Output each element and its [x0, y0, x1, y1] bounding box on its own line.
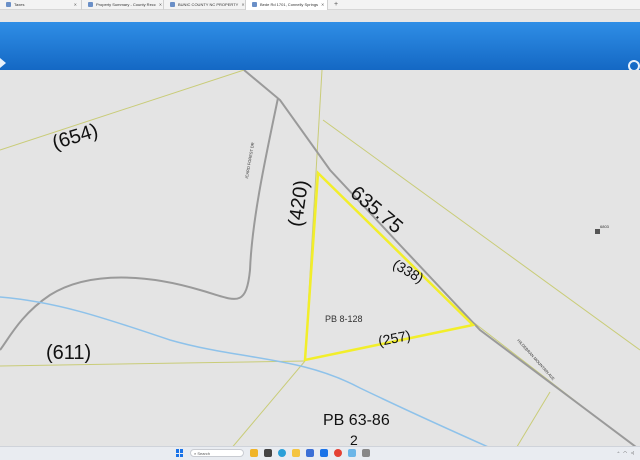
store-icon[interactable]	[306, 449, 314, 457]
os-taskbar: ⌕ Search ^ ◠ ◁	[0, 446, 640, 460]
close-tab-icon[interactable]: ✕	[71, 2, 77, 7]
system-tray: ^ ◠ ◁	[618, 450, 634, 455]
browser-tab[interactable]: Taxes ✕	[0, 0, 82, 10]
browser-tab-active[interactable]: Bede Rd 1701, Connelly Springs ✕	[246, 0, 328, 10]
weather-icon[interactable]	[250, 449, 258, 457]
windows-start-icon[interactable]	[176, 449, 184, 457]
menu-chevron-icon[interactable]	[0, 58, 6, 68]
settings-icon[interactable]	[362, 449, 370, 457]
close-tab-icon[interactable]: ✕	[156, 2, 162, 7]
tab-label: Property Summary - County Recc	[96, 2, 156, 7]
parcel-map[interactable]: (654) (420) (611) 635.75 (338) (257) PB …	[0, 70, 640, 450]
tab-label: Taxes	[14, 2, 25, 7]
taskbar-search-box[interactable]: ⌕ Search	[190, 449, 244, 457]
browser-tab-strip: Taxes ✕ Property Summary - County Recc ✕…	[0, 0, 640, 10]
tab-label: BUNIC COUNTY NC PROPERTY	[178, 2, 239, 7]
screen: Taxes ✕ Property Summary - County Recc ✕…	[0, 0, 640, 460]
marker-icon	[595, 229, 600, 234]
favicon-icon	[6, 2, 11, 7]
task-view-icon[interactable]	[264, 449, 272, 457]
photos-icon[interactable]	[348, 449, 356, 457]
taskbar-icons: ⌕ Search	[176, 449, 370, 457]
edge-browser-icon[interactable]	[278, 449, 286, 457]
search-placeholder: Search	[197, 450, 211, 456]
chevron-up-icon[interactable]: ^	[618, 450, 620, 455]
favicon-icon	[252, 2, 257, 7]
mail-icon[interactable]	[320, 449, 328, 457]
new-tab-button[interactable]: +	[328, 0, 344, 10]
browser-tab[interactable]: Property Summary - County Recc ✕	[82, 0, 164, 10]
close-tab-icon[interactable]: ✕	[238, 2, 244, 7]
marker-label: 6803	[600, 224, 609, 229]
parcel-label: (611)	[46, 342, 92, 364]
app-header	[0, 22, 640, 72]
tab-label: Bede Rd 1701, Connelly Springs	[260, 2, 319, 7]
wifi-icon[interactable]: ◠	[623, 450, 627, 455]
chrome-icon[interactable]	[334, 449, 342, 457]
browser-tab[interactable]: BUNIC COUNTY NC PROPERTY ✕	[164, 0, 246, 10]
plat-book-label: PB 8-128	[325, 314, 363, 324]
file-explorer-icon[interactable]	[292, 449, 300, 457]
favicon-icon	[170, 2, 175, 7]
volume-icon[interactable]: ◁	[631, 450, 634, 455]
favicon-icon	[88, 2, 93, 7]
stream-line	[0, 296, 496, 450]
close-tab-icon[interactable]: ✕	[318, 2, 324, 7]
plat-book-label: PB 63-86	[323, 412, 390, 429]
